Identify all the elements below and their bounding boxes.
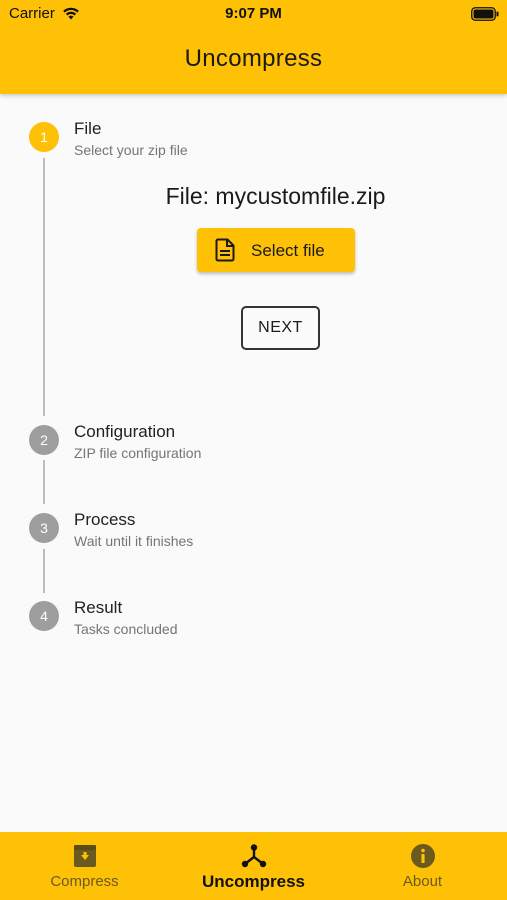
step-title: Process xyxy=(74,510,136,529)
info-icon xyxy=(411,844,435,868)
step-number-badge: 4 xyxy=(29,601,59,631)
battery-icon xyxy=(471,7,499,21)
step-title: Result xyxy=(74,598,123,617)
hub-icon xyxy=(241,844,267,868)
step-number-badge: 2 xyxy=(29,425,59,455)
selected-file-label: File: mycustomfile.zip xyxy=(165,183,386,209)
next-button[interactable]: NEXT xyxy=(241,306,320,350)
status-time: 9:07 PM xyxy=(225,5,282,22)
step-number-badge: 1 xyxy=(29,122,59,152)
nav-label: Uncompress xyxy=(202,872,305,891)
step-connector xyxy=(43,460,45,504)
step-subtitle: Select your zip file xyxy=(74,142,188,158)
step-connector xyxy=(43,549,45,593)
app-screen: Carrier 9:07 PM Uncompress 1 File Select… xyxy=(0,0,507,900)
nav-item-uncompress[interactable]: Uncompress xyxy=(169,832,338,900)
nav-item-about[interactable]: About xyxy=(338,832,507,900)
page-title: Uncompress xyxy=(184,45,323,72)
step-subtitle: Wait until it finishes xyxy=(74,533,194,549)
step-title: File xyxy=(74,119,102,138)
step-subtitle: Tasks concluded xyxy=(74,621,178,637)
app-header: Carrier 9:07 PM Uncompress xyxy=(0,0,507,94)
select-file-button[interactable]: Select file xyxy=(197,228,355,272)
step-title: Configuration xyxy=(74,422,176,441)
nav-label: Compress xyxy=(50,873,119,890)
nav-label: About xyxy=(402,873,443,890)
step-number-badge: 3 xyxy=(29,513,59,543)
step-subtitle: ZIP file configuration xyxy=(74,445,202,461)
file-document-icon xyxy=(215,238,235,262)
step-connector xyxy=(43,158,45,416)
nav-item-compress[interactable]: Compress xyxy=(0,832,169,900)
status-bar: Carrier 9:07 PM xyxy=(0,0,507,30)
bottom-navigation: Compress Uncompress About xyxy=(0,832,507,900)
archive-icon xyxy=(74,845,96,867)
select-file-label: Select file xyxy=(251,241,325,260)
